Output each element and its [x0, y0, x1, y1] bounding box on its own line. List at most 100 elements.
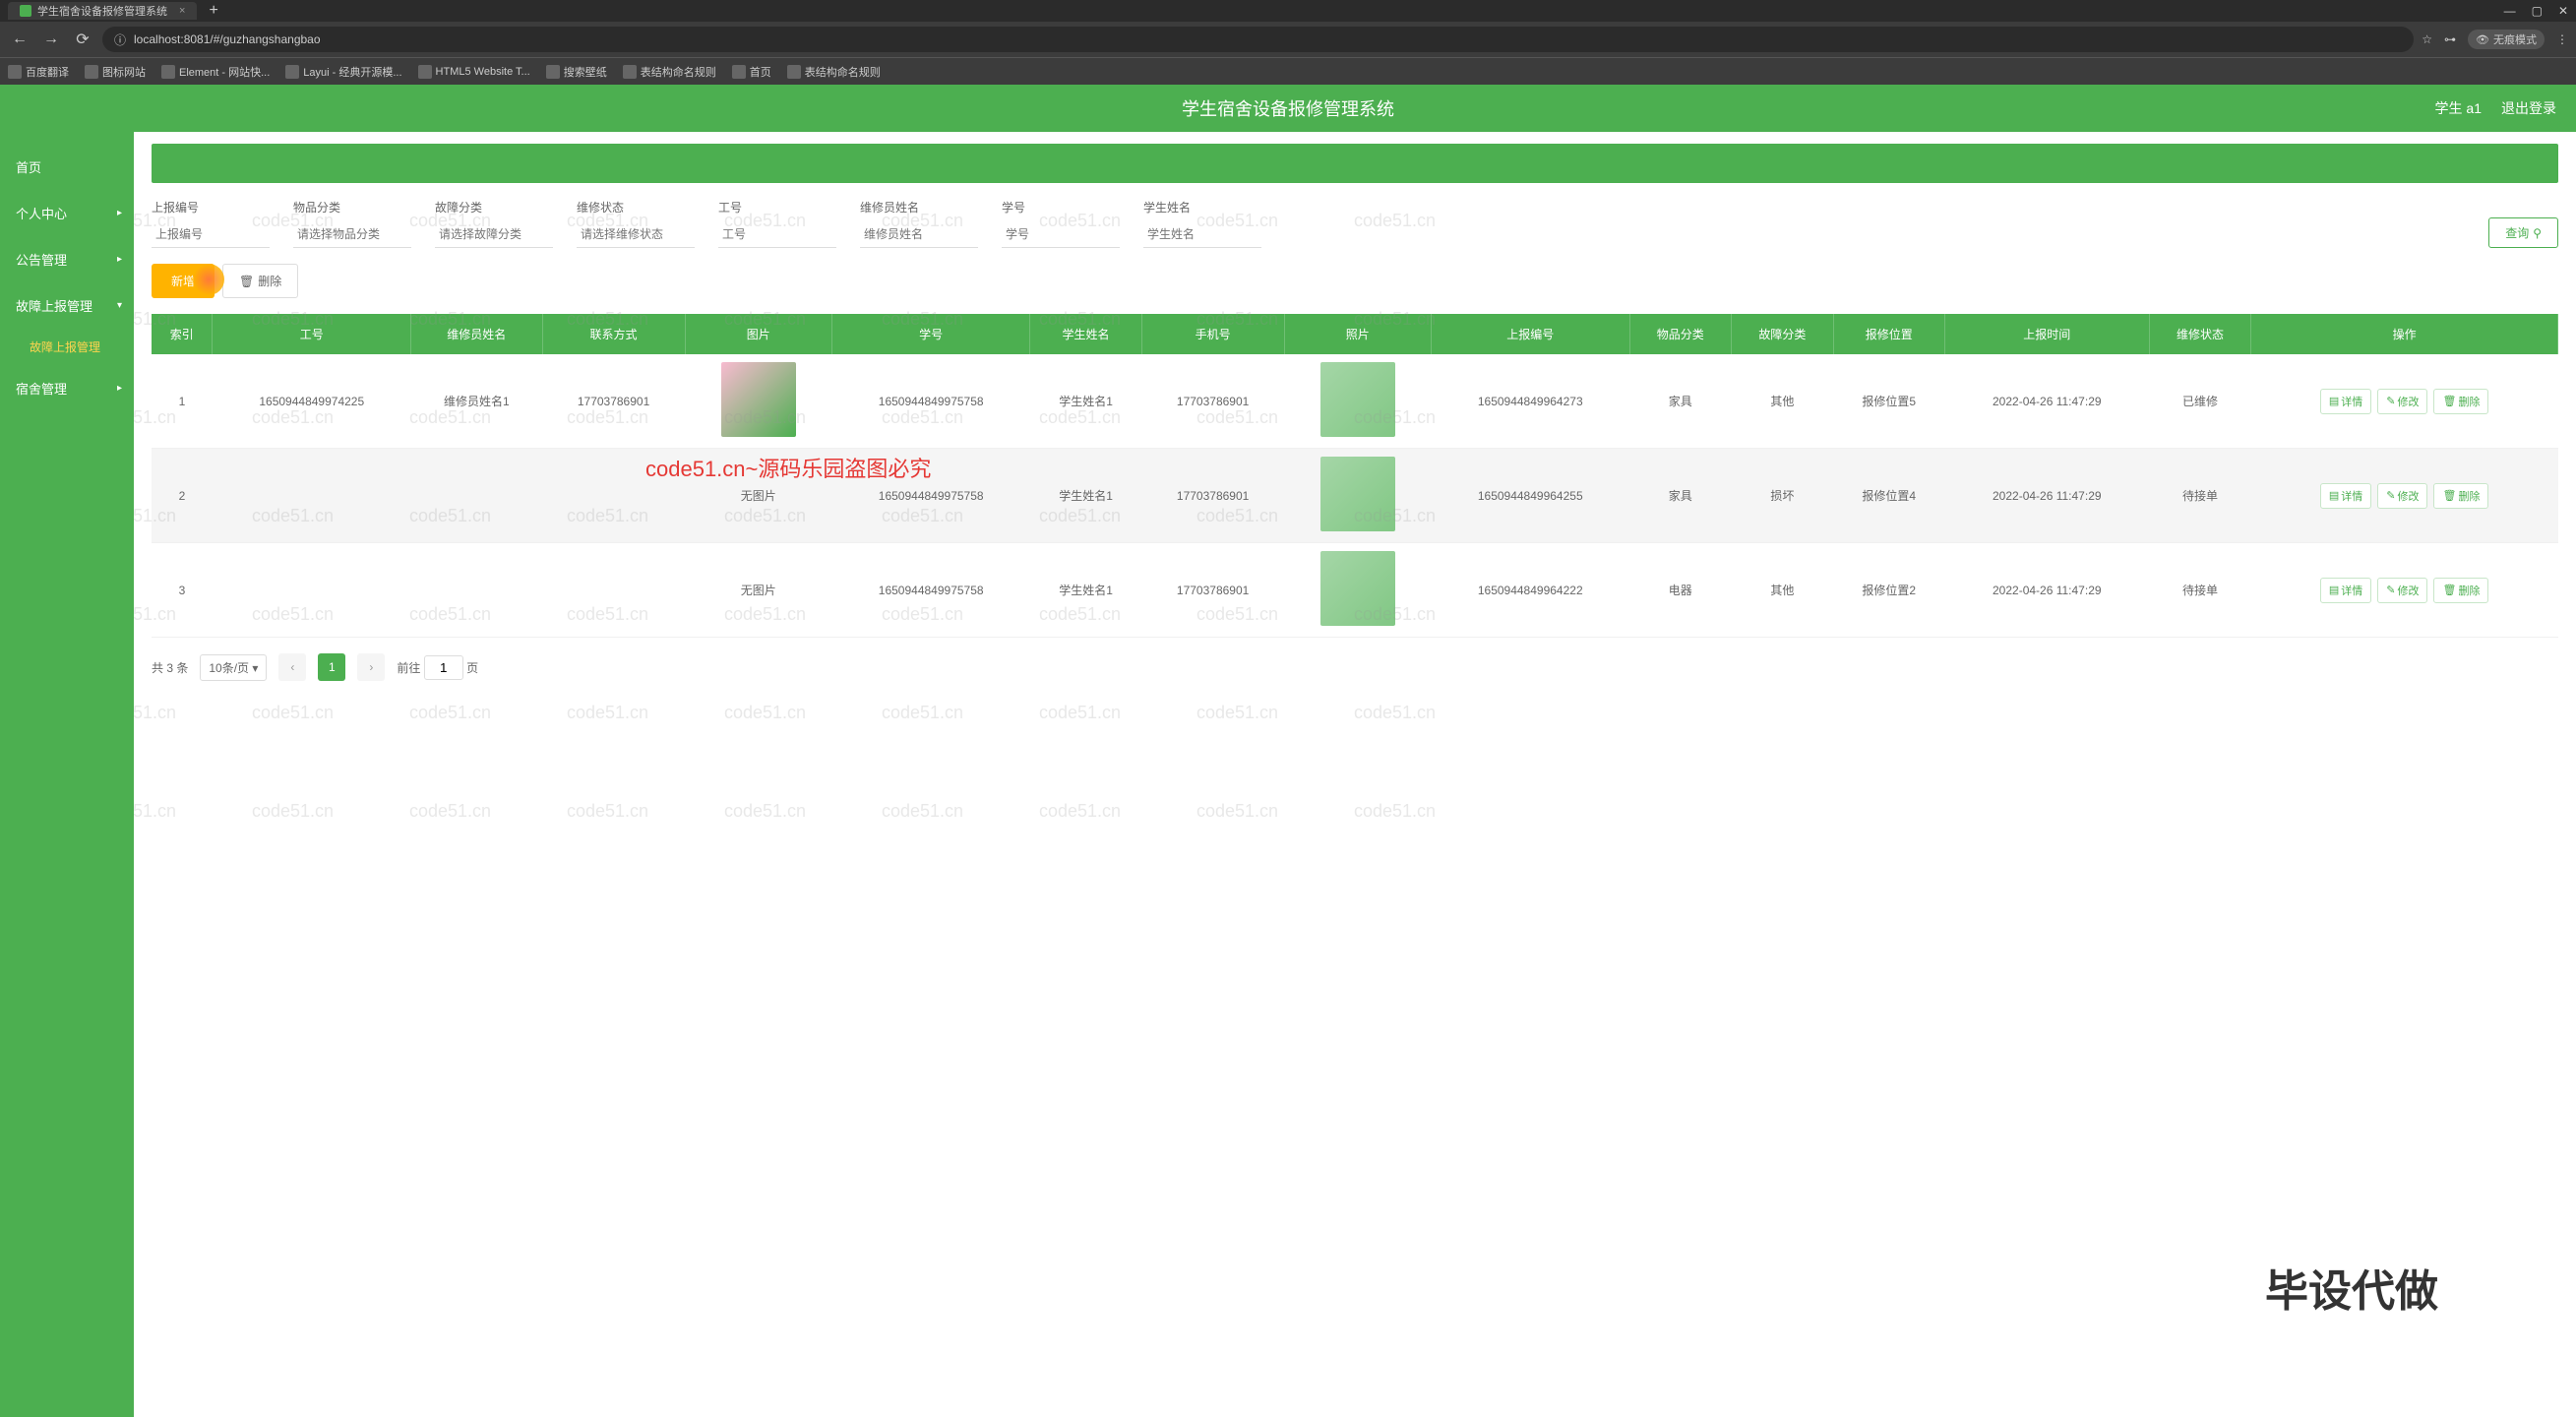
student-name-input[interactable] [1143, 221, 1261, 248]
sidebar-item-profile[interactable]: 个人中心 [0, 190, 134, 236]
delete-button[interactable]: 🗑 删除 [222, 264, 298, 298]
watermark-text: code51.cn [134, 801, 176, 822]
table-row: 1 1650944849974225 维修员姓名1 17703786901 16… [152, 354, 2558, 449]
sidebar-subitem-fault-report[interactable]: 故障上报管理 [0, 329, 134, 365]
watermark-text: code51.cn [409, 703, 491, 723]
sidebar-item-fault-report[interactable]: 故障上报管理 [0, 282, 134, 329]
report-no-input[interactable] [152, 221, 270, 248]
minimize-button[interactable]: — [2504, 4, 2516, 18]
td-status: 已维修 [2149, 354, 2251, 449]
detail-button[interactable]: ▤详情 [2320, 389, 2371, 414]
reload-button[interactable]: ⟳ [71, 28, 94, 51]
watermark-big: 毕设代做 [2265, 1256, 2438, 1319]
query-button[interactable]: 查询 ⚲ [2488, 217, 2558, 248]
td-item-cat: 家具 [1629, 354, 1732, 449]
sidebar: 首页 个人中心 公告管理 故障上报管理 故障上报管理 宿舍管理 [0, 132, 134, 1417]
watermark-text: code51.cn [882, 703, 963, 723]
td-worker-name [411, 543, 543, 638]
row-delete-button[interactable]: 🗑删除 [2433, 389, 2488, 414]
key-icon[interactable]: ⊶ [2444, 32, 2456, 46]
bookmark-item[interactable]: 百度翻译 [8, 64, 69, 80]
watermark-text: code51.cn [1196, 132, 1278, 133]
watermark-text: code51.cn [252, 703, 334, 723]
menu-icon[interactable]: ⋮ [2556, 32, 2568, 46]
td-photo [1284, 354, 1431, 449]
worker-no-input[interactable] [718, 221, 836, 248]
page-number-button[interactable]: 1 [318, 653, 345, 681]
watermark-text: code51.cn [252, 801, 334, 822]
td-loc: 报修位置4 [1833, 449, 1944, 543]
bookmark-item[interactable]: HTML5 Website T... [418, 65, 530, 79]
close-tab-icon[interactable]: × [179, 5, 185, 17]
th: 维修状态 [2149, 314, 2251, 354]
bookmark-item[interactable]: 首页 [732, 64, 771, 80]
th: 学号 [831, 314, 1030, 354]
student-no-input[interactable] [1002, 221, 1120, 248]
watermark-text: code51.cn [882, 132, 963, 133]
table-row: 2 无图片 1650944849975758 学生姓名1 17703786901… [152, 449, 2558, 543]
bookmark-item[interactable]: 表结构命名规则 [787, 64, 881, 80]
watermark-text: code51.cn [134, 703, 176, 723]
th: 手机号 [1141, 314, 1284, 354]
repair-status-select[interactable] [577, 221, 695, 248]
watermark-text: code51.cn [567, 703, 648, 723]
doc-icon: ▤ [2329, 489, 2339, 502]
star-icon[interactable]: ☆ [2422, 32, 2432, 46]
page-jump: 前往 页 [397, 655, 478, 680]
item-cat-select[interactable] [293, 221, 411, 248]
td-item-cat: 电器 [1629, 543, 1732, 638]
row-delete-button[interactable]: 🗑删除 [2433, 578, 2488, 603]
forward-button[interactable]: → [39, 28, 63, 51]
watermark-text: code51.cn [1039, 703, 1121, 723]
search-icon: ⚲ [2533, 226, 2542, 240]
bookmark-icon [732, 65, 746, 79]
edit-icon: ✎ [2386, 584, 2395, 596]
watermark-text: code51.cn [567, 801, 648, 822]
page-jump-input[interactable] [424, 655, 463, 680]
prev-page-button[interactable]: ‹ [278, 653, 306, 681]
bookmark-icon [546, 65, 560, 79]
logout-link[interactable]: 退出登录 [2501, 98, 2556, 118]
new-tab-button[interactable]: + [201, 2, 225, 20]
watermark-text: code51.cn [724, 132, 806, 133]
filter-bar: 上报编号 物品分类 故障分类 维修状态 工号 维修员姓名 [152, 199, 2558, 248]
user-label[interactable]: 学生 a1 [2435, 98, 2482, 118]
back-button[interactable]: ← [8, 28, 31, 51]
td-img: 无图片 [685, 449, 831, 543]
bookmark-item[interactable]: 图标网站 [85, 64, 146, 80]
close-window-button[interactable]: ✕ [2558, 4, 2568, 18]
sidebar-item-dorm[interactable]: 宿舍管理 [0, 365, 134, 411]
browser-tab[interactable]: 学生宿舍设备报修管理系统 × [8, 2, 197, 20]
detail-button[interactable]: ▤详情 [2320, 483, 2371, 509]
add-button[interactable]: 新增 [152, 264, 215, 298]
td-ops: ▤详情 ✎修改 🗑删除 [2251, 543, 2558, 638]
fault-cat-select[interactable] [435, 221, 553, 248]
td-idx: 1 [152, 354, 213, 449]
bookmark-item[interactable]: 搜索壁纸 [546, 64, 607, 80]
th: 学生姓名 [1030, 314, 1141, 354]
bookmark-item[interactable]: Layui - 经典开源模... [285, 64, 401, 80]
td-time: 2022-04-26 11:47:29 [1944, 543, 2149, 638]
bookmark-item[interactable]: 表结构命名规则 [623, 64, 716, 80]
sidebar-item-home[interactable]: 首页 [0, 144, 134, 190]
td-student-name: 学生姓名1 [1030, 449, 1141, 543]
detail-button[interactable]: ▤详情 [2320, 578, 2371, 603]
td-contact: 17703786901 [542, 354, 685, 449]
edit-button[interactable]: ✎修改 [2377, 578, 2427, 603]
row-delete-button[interactable]: 🗑删除 [2433, 483, 2488, 509]
worker-name-input[interactable] [860, 221, 978, 248]
filter-label: 上报编号 [152, 199, 270, 216]
edit-button[interactable]: ✎修改 [2377, 389, 2427, 414]
url-input[interactable]: ⓘ localhost:8081/#/guzhangshangbao [102, 27, 2414, 52]
bookmarks-bar: 百度翻译 图标网站 Element - 网站快... Layui - 经典开源模… [0, 57, 2576, 85]
next-page-button[interactable]: › [357, 653, 385, 681]
sidebar-item-notice[interactable]: 公告管理 [0, 236, 134, 282]
page-size-select[interactable]: 10条/页 ▾ [200, 654, 267, 681]
watermark-text: code51.cn [1354, 132, 1436, 133]
pagination: 共 3 条 10条/页 ▾ ‹ 1 › 前往 页 [152, 653, 2558, 681]
bookmark-item[interactable]: Element - 网站快... [161, 64, 270, 80]
edit-button[interactable]: ✎修改 [2377, 483, 2427, 509]
watermark-text: code51.cn [1196, 703, 1278, 723]
td-fault-cat: 损坏 [1732, 449, 1834, 543]
maximize-button[interactable]: ▢ [2532, 4, 2543, 18]
